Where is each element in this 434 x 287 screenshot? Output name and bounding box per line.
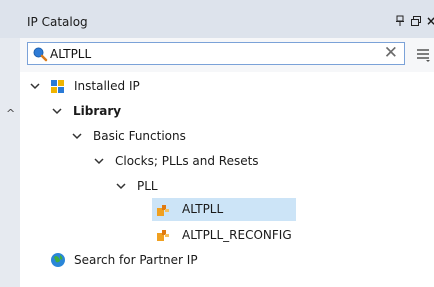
search-value: ALTPLL [50,47,92,61]
left-gutter: ^ [0,38,20,287]
chevron-down-icon[interactable] [52,101,62,128]
search-input[interactable]: ALTPLL ✕ [27,42,405,65]
tree-label: Search for Partner IP [74,253,198,267]
tree-item-altpll[interactable]: ALTPLL [152,198,296,221]
tree-item-clocks[interactable]: Clocks; PLLs and Resets [20,151,434,171]
globe-icon [50,252,66,274]
close-icon[interactable]: × [426,15,434,27]
search-icon [32,46,48,62]
tree-label: PLL [137,179,158,193]
tree-label: ALTPLL [182,202,224,216]
tree-item-installed-ip[interactable]: Installed IP [20,76,434,96]
clear-icon[interactable]: ✕ [384,44,398,63]
menu-icon[interactable] [415,45,431,63]
tree-item-pll[interactable]: PLL [20,176,434,196]
tree-label: Basic Functions [93,129,186,143]
tree-label: Library [73,104,122,118]
chevron-down-icon[interactable] [72,126,82,153]
collapse-caret-icon[interactable]: ^ [6,107,15,120]
ip-core-icon [156,202,170,225]
installed-ip-icon [50,78,66,100]
tree-item-search-partner-ip[interactable]: Search for Partner IP [20,250,434,270]
tree-label: Installed IP [74,79,140,93]
ip-core-icon [156,228,170,248]
panel-title: IP Catalog [27,15,88,29]
tree-item-library[interactable]: Library [20,101,434,121]
tree-item-basic-functions[interactable]: Basic Functions [20,126,434,146]
pin-icon[interactable] [394,15,406,29]
float-window-icon[interactable] [410,15,422,29]
chevron-down-icon[interactable] [94,151,104,178]
chevron-down-icon[interactable] [116,176,126,203]
chevron-down-icon[interactable] [30,76,40,103]
tree-label: Clocks; PLLs and Resets [115,154,259,168]
tree-label: ALTPLL_RECONFIG [182,228,292,242]
panel-titlebar: IP Catalog × [0,0,434,39]
tree-item-altpll-reconfig[interactable]: ALTPLL_RECONFIG [152,225,352,245]
